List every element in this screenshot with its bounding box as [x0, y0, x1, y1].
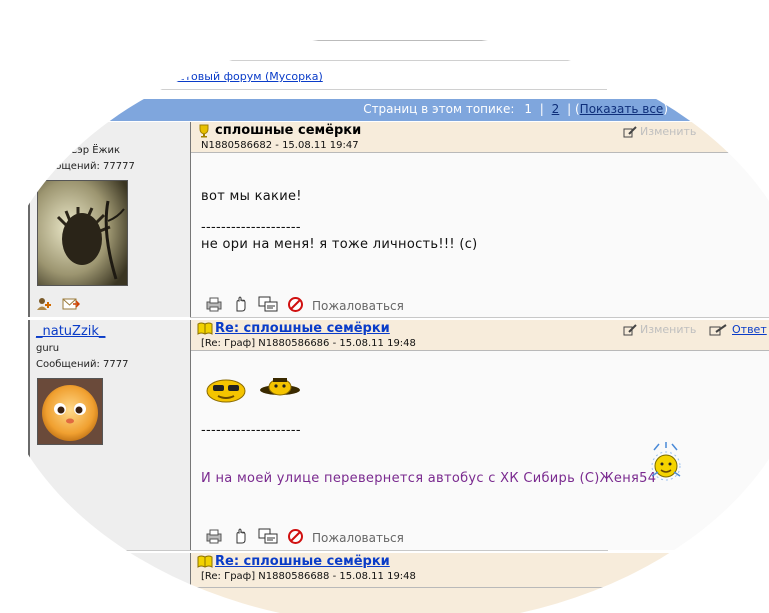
url-text[interactable]: http://forum.ngs.ru/board/test/flat/1880…	[204, 22, 543, 33]
forum-post: Граф Ёжик. Сэр Ёжик Сообщений: 77777 спл…	[28, 122, 769, 317]
post-meta: [Re: Граф] N1880586686 - 15.08.11 19:48	[201, 338, 416, 349]
author-message-count: Сообщений: 7777	[36, 359, 129, 370]
post-body: Re: сплошные семёрки [Re: Граф] N1880586…	[190, 320, 769, 550]
pages-label: Страниц в этом топике:	[363, 102, 515, 116]
pages-separator: |	[539, 102, 544, 116]
post-header: Re: сплошные семёрки [Re: Граф] N1880586…	[191, 553, 769, 588]
complain-icon[interactable]	[287, 296, 303, 315]
print-icon[interactable]	[205, 296, 223, 315]
breadcrumb-forum-link[interactable]: Тестовый форум (Мусорка)	[165, 70, 323, 83]
page-favicon-icon	[188, 22, 198, 34]
show-all-link[interactable]: Показать все	[580, 102, 664, 116]
author-avatar-chick[interactable]	[37, 378, 103, 445]
post-body: сплошные семёрки N1880586682 - 15.08.11 …	[190, 122, 769, 317]
breadcrumb-separator: >>	[139, 70, 166, 83]
post-subject-link[interactable]: Re: сплошные семёрки	[215, 554, 390, 569]
top-divider	[62, 60, 607, 61]
pages-bar: Страниц в этом топике: 1 | 2 | (Показать…	[30, 99, 769, 121]
dropdown-arrow-icon[interactable]: ◀	[340, 6, 348, 17]
post-header: сплошные семёрки N1880586682 - 15.08.11 …	[191, 122, 769, 153]
print-icon[interactable]	[205, 528, 223, 547]
smiley-hat-icon	[259, 378, 301, 401]
edit-pencil-icon	[623, 324, 637, 336]
forum-post: Re: сплошные семёрки [Re: Граф] N1880586…	[28, 553, 769, 613]
author-name-link[interactable]: _natuZzik_	[36, 324, 105, 339]
edit-label: Изменить	[640, 125, 697, 138]
browser-tab-edge	[182, 0, 334, 9]
author-title: guru	[36, 343, 60, 354]
pages-separator-2: | (	[567, 102, 580, 116]
post-header: Re: сплошные семёрки [Re: Граф] N1880586…	[191, 320, 769, 351]
trophy-icon	[197, 124, 211, 141]
post-subject: сплошные семёрки	[215, 123, 362, 138]
post-meta: [Re: Граф] N1880586688 - 15.08.11 19:48	[201, 571, 416, 582]
author-name-link[interactable]: Граф	[36, 126, 71, 141]
pages-close-paren: )	[663, 102, 668, 116]
reply-label: Ответ	[732, 323, 767, 336]
post-body: Re: сплошные семёрки [Re: Граф] N1880586…	[190, 553, 769, 613]
send-message-icon[interactable]	[62, 297, 81, 314]
quote-hand-icon[interactable]	[233, 296, 249, 315]
post-meta: N1880586682 - 15.08.11 19:47	[201, 140, 359, 151]
page-2-link[interactable]: 2	[552, 102, 560, 116]
post-toolbar: Пожаловаться	[205, 296, 404, 314]
quote-hand-icon[interactable]	[233, 528, 249, 547]
post-subject-link[interactable]: Re: сплошные семёрки	[215, 321, 390, 336]
complain-icon[interactable]	[287, 528, 303, 547]
book-icon	[197, 555, 213, 571]
screenshot-stage: ◀ http://forum.ngs.ru/board/test/flat/18…	[0, 0, 769, 613]
smiley-celebrate-icon	[649, 442, 683, 487]
address-bar[interactable]: ◀ http://forum.ngs.ru/board/test/flat/18…	[162, 0, 567, 41]
copy-link-icon[interactable]	[258, 296, 278, 315]
author-title: Ёжик. Сэр Ёжик	[36, 145, 121, 156]
edit-post-button[interactable]: Изменить	[623, 323, 696, 336]
post-signature: И на моей улице перевернется автобус с Х…	[201, 471, 657, 486]
complain-link[interactable]: Пожаловаться	[312, 531, 404, 545]
edit-post-button[interactable]: Изменить	[623, 125, 696, 138]
add-friend-icon[interactable]	[36, 297, 52, 314]
author-message-count: Сообщений: 77777	[36, 161, 135, 172]
post-line: не ори на меня! я тоже личность!!! (с)	[201, 237, 478, 252]
edit-pencil-icon	[623, 126, 637, 138]
pages-current: 1	[524, 102, 532, 116]
post-separator	[190, 317, 769, 318]
book-icon	[197, 322, 213, 338]
post-line: вот мы какие!	[201, 189, 302, 204]
post-author-panel	[28, 553, 190, 613]
copy-link-icon[interactable]	[258, 528, 278, 547]
post-toolbar: Пожаловаться	[205, 528, 404, 546]
complain-link[interactable]: Пожаловаться	[312, 299, 404, 313]
reply-pencil-icon	[709, 324, 727, 336]
post-divider-line: --------------------	[201, 423, 301, 438]
breadcrumb-divider	[62, 89, 607, 90]
breadcrumb-support-link[interactable]: ддержки	[87, 70, 140, 83]
post-author-panel: Граф Ёжик. Сэр Ёжик Сообщений: 77777	[28, 122, 192, 317]
edit-label: Изменить	[640, 323, 697, 336]
reply-button[interactable]: Ответ	[709, 323, 767, 336]
forum-post: _natuZzik_ guru Сообщений: 7777 Re: спло…	[28, 320, 769, 550]
post-separator	[120, 550, 608, 551]
post-divider-line: --------------------	[201, 220, 301, 235]
author-avatar-hedgehog[interactable]	[37, 180, 128, 286]
post-author-panel: _natuZzik_ guru Сообщений: 7777	[28, 320, 192, 550]
smiley-sunglasses-icon	[205, 377, 247, 406]
breadcrumb: ддержки >> Тестовый форум (Мусорка)	[87, 70, 323, 83]
